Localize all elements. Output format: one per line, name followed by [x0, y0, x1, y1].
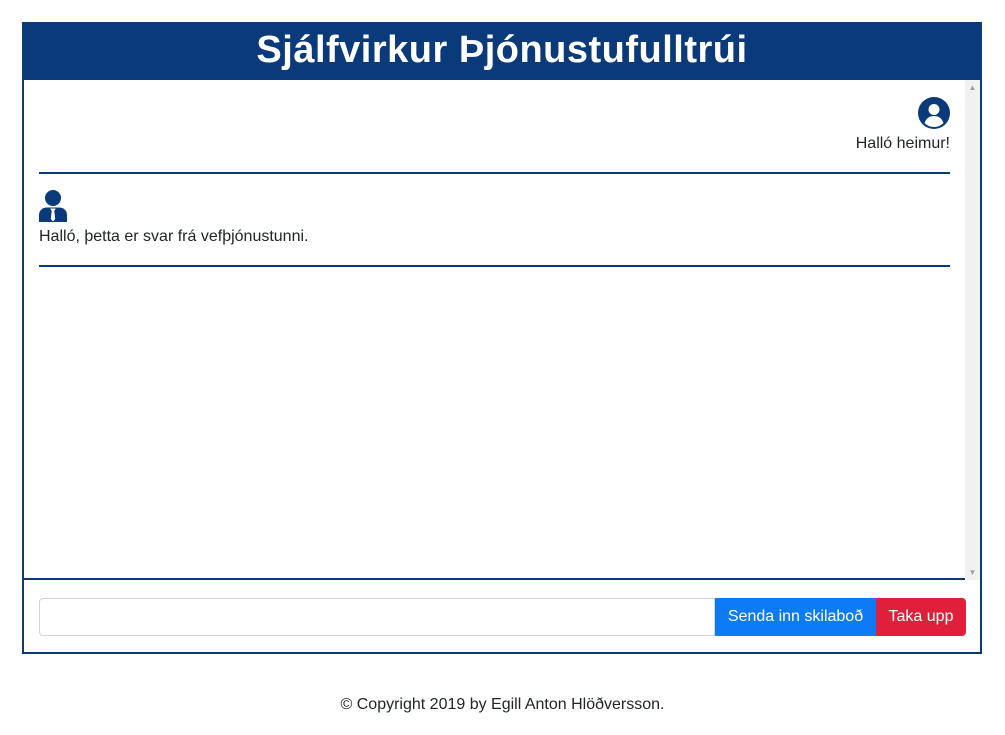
record-button[interactable]: Taka upp: [876, 598, 966, 636]
user-message-text: Halló heimur!: [855, 135, 950, 152]
page-title: Sjálfvirkur Þjónustufulltrúi: [256, 29, 748, 71]
header-bar: Sjálfvirkur Þjónustufulltrúi: [24, 24, 980, 80]
bot-message: Halló, þetta er svar frá vefþjónustunni.: [39, 174, 950, 267]
scroll-up-arrow-icon[interactable]: ▲: [965, 80, 980, 95]
user-tie-icon: [39, 190, 67, 222]
bot-message-text: Halló, þetta er svar frá vefþjónustunni.: [39, 228, 309, 245]
message-input[interactable]: [39, 598, 715, 636]
user-message: Halló heimur!: [39, 80, 950, 174]
message-composer: Senda inn skilaboð Taka upp: [39, 598, 966, 636]
chat-scrollbar[interactable]: ▲ ▼: [965, 80, 980, 580]
message-list: Halló heimur! Halló, þetta er svar frá v…: [39, 80, 950, 578]
user-circle-icon: [918, 97, 950, 129]
chat-log[interactable]: Halló heimur! Halló, þetta er svar frá v…: [24, 80, 980, 580]
chat-window: Sjálfvirkur Þjónustufulltrúi Halló heimu…: [22, 22, 982, 654]
send-button[interactable]: Senda inn skilaboð: [715, 598, 876, 636]
footer-copyright: © Copyright 2019 by Egill Anton Hlöðvers…: [340, 696, 665, 713]
scroll-down-arrow-icon[interactable]: ▼: [965, 565, 980, 580]
